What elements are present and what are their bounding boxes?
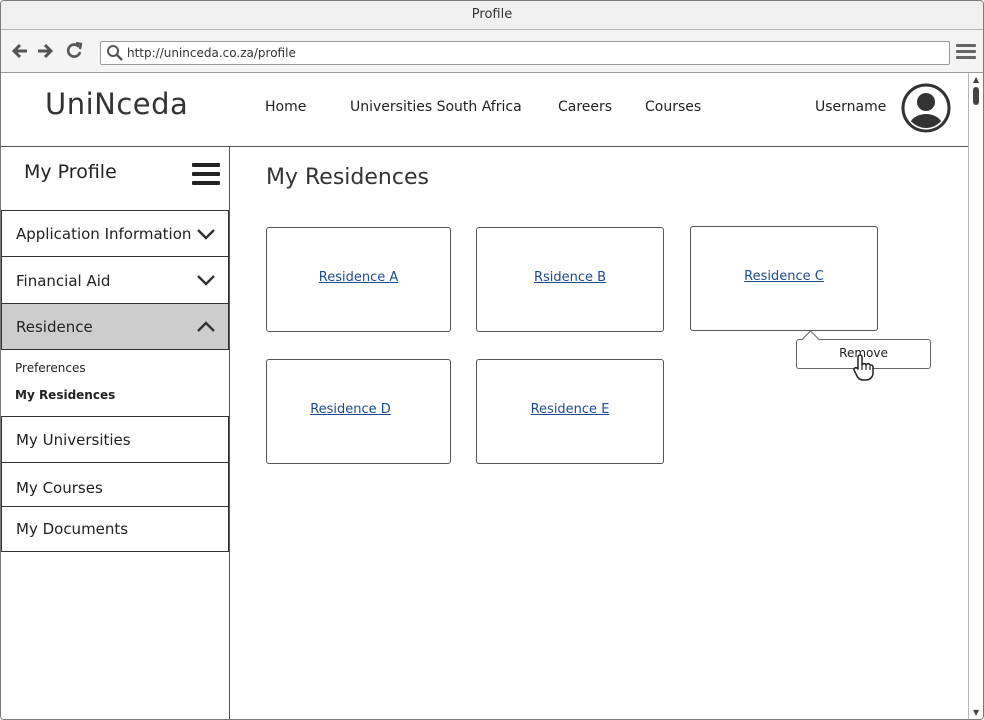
sidebar-item-residence[interactable]: Residence: [1, 303, 229, 350]
back-arrow-icon[interactable]: [10, 30, 30, 72]
nav-courses[interactable]: Courses: [645, 99, 701, 115]
scroll-down-icon[interactable]: ▼: [973, 708, 979, 717]
scroll-up-icon[interactable]: ▲: [973, 75, 979, 84]
residence-card[interactable]: Rsidence B: [476, 227, 664, 332]
residence-card[interactable]: Residence E: [476, 359, 664, 464]
residence-link[interactable]: Rsidence B: [477, 270, 663, 285]
sidebar-subitem-preferences[interactable]: Preferences: [15, 361, 86, 375]
residence-link[interactable]: Residence A: [267, 270, 450, 285]
nav-home[interactable]: Home: [265, 99, 306, 115]
residence-link[interactable]: Residence E: [477, 402, 663, 417]
browser-toolbar: http://uninceda.co.za/profile: [1, 30, 983, 73]
sidebar-item-my-courses[interactable]: My Courses: [1, 462, 229, 507]
residence-card[interactable]: Residence C: [690, 226, 878, 331]
sidebar-subitem-my-residences[interactable]: My Residences: [15, 388, 115, 402]
sidebar-title: My Profile: [24, 161, 117, 183]
sidebar-item-label: Application Information: [16, 225, 192, 243]
forward-arrow-icon[interactable]: [35, 30, 55, 72]
chevron-down-icon: [196, 272, 216, 291]
sidebar-menu-icon[interactable]: [192, 163, 220, 190]
residence-card[interactable]: Residence A: [266, 227, 451, 332]
residence-link[interactable]: Residence D: [251, 402, 450, 417]
nav-careers[interactable]: Careers: [558, 99, 612, 115]
sidebar-item-application-information[interactable]: Application Information: [1, 210, 229, 257]
sidebar-item-label: My Documents: [16, 520, 129, 538]
window-title: Profile: [1, 1, 983, 30]
vertical-scrollbar[interactable]: ▲ ▼: [968, 73, 983, 719]
residence-link[interactable]: Residence C: [691, 269, 877, 284]
page-title: My Residences: [266, 165, 429, 190]
url-bar[interactable]: http://uninceda.co.za/profile: [100, 41, 950, 65]
residence-card[interactable]: Residence D: [266, 359, 451, 464]
profile-sidebar: My Profile Application Information Finan…: [1, 147, 230, 719]
sidebar-item-my-universities[interactable]: My Universities: [1, 416, 229, 463]
hamburger-menu-icon[interactable]: [956, 44, 976, 62]
reload-icon[interactable]: [64, 30, 84, 72]
sidebar-item-label: Financial Aid: [16, 272, 111, 290]
sidebar-item-financial-aid[interactable]: Financial Aid: [1, 256, 229, 304]
scrollbar-thumb[interactable]: [973, 87, 979, 105]
hand-cursor-icon: [851, 353, 875, 381]
browser-window: Profile http://uninceda.co.za/profile ▲ …: [0, 0, 984, 720]
site-logo[interactable]: UniNceda: [45, 87, 188, 121]
nav-universities[interactable]: Universities South Africa: [350, 99, 522, 115]
site-header: UniNceda Home Universities South Africa …: [1, 73, 968, 147]
sidebar-item-label: My Universities: [16, 431, 131, 449]
user-avatar-icon[interactable]: [901, 83, 951, 133]
sidebar-item-label: My Courses: [16, 479, 103, 497]
username-label[interactable]: Username: [815, 99, 886, 115]
chevron-down-icon: [196, 226, 216, 245]
sidebar-item-my-documents[interactable]: My Documents: [1, 506, 229, 552]
url-text: http://uninceda.co.za/profile: [127, 46, 296, 60]
sidebar-item-label: Residence: [16, 318, 93, 336]
search-icon: [106, 44, 124, 66]
chevron-up-icon: [196, 319, 216, 338]
